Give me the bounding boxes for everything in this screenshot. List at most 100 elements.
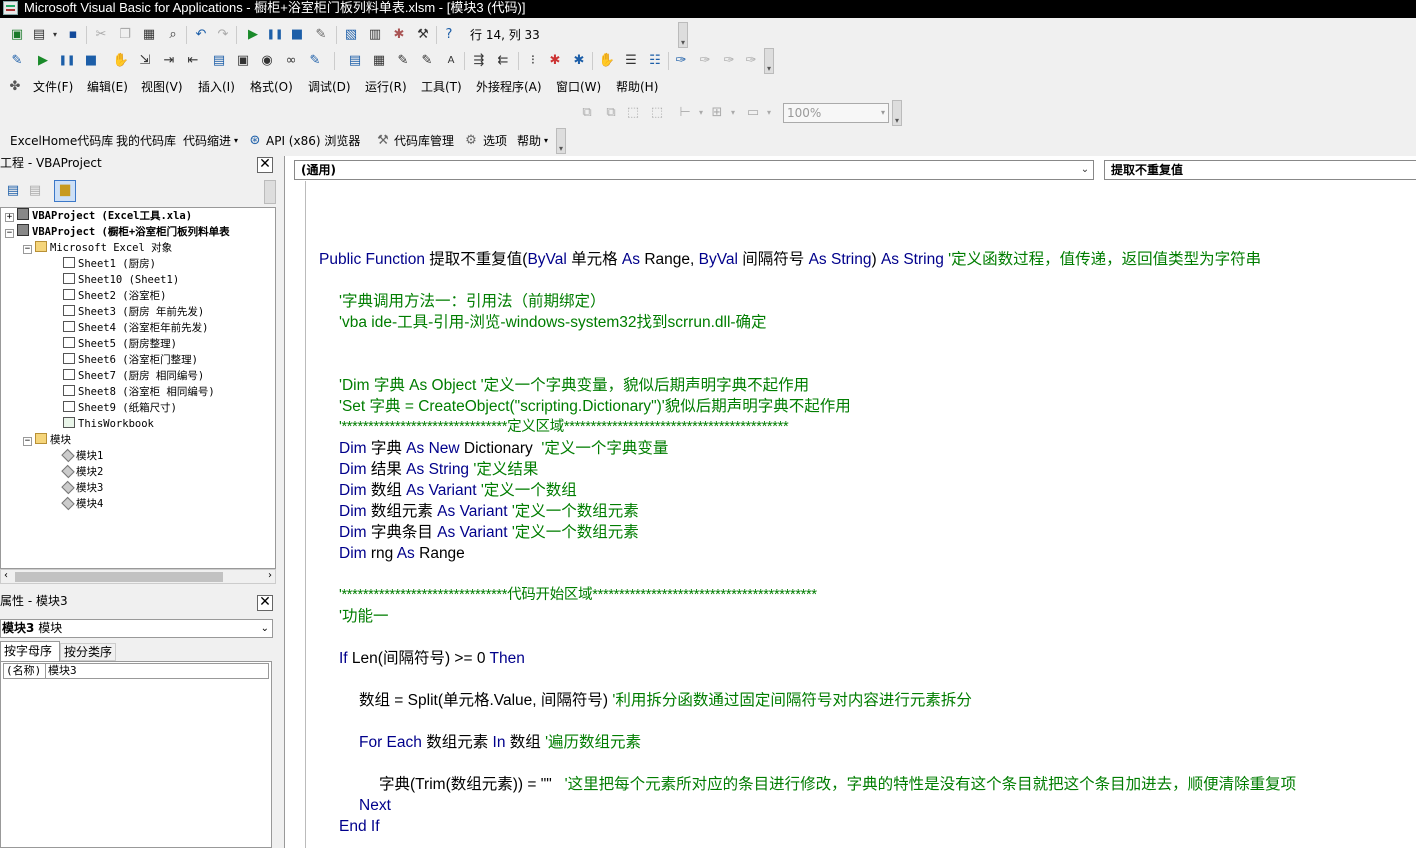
tree-node[interactable]: Sheet8 (浴室柜 相同编号) (63, 384, 215, 400)
tree-node[interactable]: − Microsoft Excel 对象 (23, 240, 172, 256)
tab-categorized[interactable]: 按分类序 (60, 643, 116, 661)
references-icon[interactable]: ✱ (570, 52, 588, 70)
run-icon[interactable]: ▶ (244, 26, 262, 44)
code-indent-dropdown-icon[interactable]: ▾ (234, 132, 238, 150)
menu-help[interactable]: 帮助(H) (616, 78, 658, 96)
tree-node[interactable]: Sheet5 (厨房整理) (63, 336, 177, 352)
view-code-icon[interactable]: ▤ (4, 182, 22, 200)
project-panel-close-icon[interactable]: ✕ (257, 157, 273, 173)
menu-format[interactable]: 格式(O) (250, 78, 293, 96)
property-value[interactable]: 模块3 (48, 664, 77, 678)
code-indent[interactable]: 代码缩进 (183, 132, 231, 150)
toggle-breakpoint-icon[interactable]: ✋ (112, 52, 130, 70)
step-out-icon[interactable]: ⇤ (184, 52, 202, 70)
list-members-icon[interactable]: ▤ (346, 52, 364, 70)
tree-node[interactable]: Sheet6 (浴室柜门整理) (63, 352, 198, 368)
code-line[interactable]: '*******************************代码开始区域**… (339, 585, 817, 606)
menu-file[interactable]: 文件(F) (33, 78, 73, 96)
stop-icon[interactable]: ■ (82, 52, 100, 70)
group-icon[interactable]: ⬚ (624, 104, 642, 122)
tree-node[interactable]: − 模块 (23, 432, 71, 448)
excelhome-codelib[interactable]: ExcelHome代码库 (10, 132, 113, 150)
design-mode-icon[interactable]: ✎ (312, 26, 330, 44)
excel-view-icon[interactable]: ▣ (8, 26, 26, 44)
immediate-window-icon[interactable]: ▣ (234, 52, 252, 70)
uncomment-block-icon[interactable]: ✱ (546, 52, 564, 70)
tree-node[interactable]: Sheet9 (纸箱尺寸) (63, 400, 177, 416)
prev-bookmark-icon[interactable]: ✑ (720, 52, 738, 70)
api-browser[interactable]: API (x86) 浏览器 (266, 132, 360, 150)
properties-object-select[interactable]: 模块3 模块 ⌄ (0, 619, 273, 638)
save-icon[interactable]: ▪ (64, 26, 82, 44)
edit-toolbar-overflow[interactable]: ▾ (764, 48, 774, 74)
align-left-icon[interactable]: ☰ (622, 52, 640, 70)
tree-node[interactable]: 模块1 (61, 448, 103, 464)
pause-icon[interactable]: ❚❚ (266, 26, 284, 44)
cut-icon[interactable]: ✂ (92, 26, 110, 44)
scroll-thumb[interactable] (15, 572, 223, 582)
step-into-icon[interactable]: ⇲ (136, 52, 154, 70)
code-line[interactable]: 'Set 字典 = CreateObject("scripting.Dictio… (339, 396, 851, 417)
code-line[interactable]: Next (359, 795, 391, 816)
menu-tools[interactable]: 工具(T) (421, 78, 462, 96)
project-tree-scrollbar[interactable]: ‹ › (0, 569, 276, 584)
find-icon[interactable]: ⌕ (164, 26, 182, 44)
tree-node[interactable]: Sheet2 (浴室柜) (63, 288, 166, 304)
code-line[interactable]: Dim rng As Range (339, 543, 465, 564)
menu-app-icon[interactable]: ✤ (6, 78, 24, 96)
parameter-info-icon[interactable]: ✎ (418, 52, 436, 70)
addin-help-dropdown-icon[interactable]: ▾ (544, 132, 548, 150)
size-dropdown-icon[interactable]: ▾ (760, 104, 778, 122)
reset-icon[interactable]: ■ (288, 26, 306, 44)
quick-watch-icon[interactable]: ∞ (282, 52, 300, 70)
toggle-bookmark-icon[interactable]: ✑ (672, 52, 690, 70)
code-line[interactable]: For Each 数组元素 In 数组 '遍历数组元素 (359, 732, 641, 753)
help-icon[interactable]: ? (440, 26, 458, 44)
addin-toolbar-overflow[interactable]: ▾ (556, 128, 566, 154)
menu-addins[interactable]: 外接程序(A) (476, 78, 542, 96)
my-codelib[interactable]: 我的代码库 (116, 132, 176, 150)
tree-node[interactable]: Sheet1 (厨房) (63, 256, 156, 272)
code-line[interactable]: Public Function 提取不重复值(ByVal 单元格 As Rang… (319, 249, 1261, 270)
code-line[interactable]: '功能一 (339, 606, 388, 627)
object-combo[interactable]: (通用) ⌄ (294, 160, 1094, 180)
toolbox-icon[interactable]: ⚒ (414, 26, 432, 44)
view-object-icon[interactable]: ▤ (26, 182, 44, 200)
ungroup-icon[interactable]: ⬚ (648, 104, 666, 122)
userform-toolbar-overflow[interactable]: ▾ (892, 100, 902, 126)
hand-icon[interactable]: ✋ (598, 52, 616, 70)
tree-node[interactable]: ThisWorkbook (63, 416, 154, 432)
tree-node[interactable]: Sheet7 (厨房 相同编号) (63, 368, 204, 384)
run-macro-icon[interactable]: ▶ (34, 52, 52, 70)
menu-insert[interactable]: 插入(I) (198, 78, 235, 96)
tree-node[interactable]: Sheet4 (浴室柜年前先发) (63, 320, 208, 336)
code-line[interactable]: Dim 字典 As New Dictionary '定义一个字典变量 (339, 438, 668, 459)
property-row[interactable]: (名称) 模块3 (3, 663, 269, 679)
tree-node[interactable]: Sheet10 (Sheet1) (63, 272, 179, 288)
menu-window[interactable]: 窗口(W) (556, 78, 601, 96)
code-line[interactable]: 'vba ide-工具-引用-浏览-windows-system32找到scrr… (339, 312, 767, 333)
toggle-folders-icon[interactable]: ▆ (54, 180, 76, 202)
tree-node[interactable]: + VBAProject (Excel工具.xla) (5, 208, 192, 224)
code-line[interactable]: If Len(间隔符号) >= 0 Then (339, 648, 525, 669)
redo-icon[interactable]: ↷ (214, 26, 232, 44)
tree-node[interactable]: 模块3 (61, 480, 103, 496)
send-to-back-icon[interactable]: ⧉ (602, 104, 620, 122)
code-line[interactable]: 数组 = Split(单元格.Value, 间隔符号) '利用拆分函数通过固定间… (359, 690, 972, 711)
center-dropdown-icon[interactable]: ▾ (724, 104, 742, 122)
watch-window-icon[interactable]: ◉ (258, 52, 276, 70)
code-line[interactable]: Dim 数组元素 As Variant '定义一个数组元素 (339, 501, 639, 522)
tree-node[interactable]: Sheet3 (厨房 年前先发) (63, 304, 204, 320)
menu-debug[interactable]: 调试(D) (308, 78, 351, 96)
toolbar-overflow[interactable]: ▾ (678, 22, 688, 48)
complete-word-icon[interactable]: A (442, 52, 460, 70)
clear-bookmarks-icon[interactable]: ✑ (742, 52, 760, 70)
addin-help[interactable]: 帮助 (517, 132, 541, 150)
project-toolbar-overflow[interactable] (264, 180, 276, 204)
design-icon[interactable]: ✎ (8, 52, 26, 70)
insert-dropdown-icon[interactable]: ▾ (46, 26, 64, 44)
code-line[interactable]: '*******************************定义区域****… (339, 417, 789, 438)
options[interactable]: 选项 (483, 132, 507, 150)
code-margin[interactable] (286, 181, 306, 848)
bookmark-icon[interactable]: ☷ (646, 52, 664, 70)
